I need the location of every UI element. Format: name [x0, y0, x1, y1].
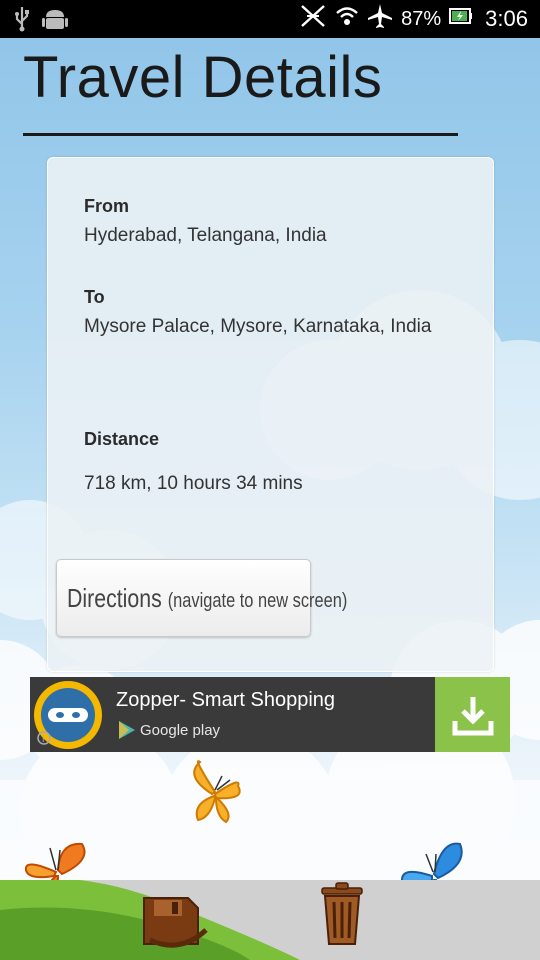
from-value: Hyderabad, Telangana, India: [84, 225, 327, 246]
distance-value: 718 km, 10 hours 34 mins: [84, 473, 303, 494]
zopper-logo-icon: i: [32, 678, 104, 750]
from-label: From: [84, 196, 129, 216]
directions-button-label: Directions (navigate to new screen): [67, 583, 347, 614]
directions-button[interactable]: Directions (navigate to new screen): [56, 559, 347, 637]
distance-label: Distance: [84, 429, 160, 449]
svg-text:i: i: [42, 735, 45, 745]
butterfly-icon: [193, 760, 241, 824]
no-sync-icon: [299, 3, 327, 35]
save-icon[interactable]: [140, 894, 210, 954]
trash-icon[interactable]: [318, 882, 366, 948]
directions-sublabel: (navigate to new screen): [167, 589, 348, 612]
to-label: To: [84, 287, 105, 307]
download-button[interactable]: [435, 677, 510, 752]
google-play-badge: Google play: [118, 720, 220, 740]
battery-icon: [449, 7, 473, 31]
to-value: Mysore Palace, Mysore, Karnataka, India: [84, 316, 432, 337]
bottom-toolbar: [0, 880, 540, 960]
usb-icon: [14, 6, 30, 37]
android-icon: [42, 6, 68, 37]
travel-details-card: From Hyderabad, Telangana, India To Myso…: [47, 157, 494, 672]
download-icon: [452, 696, 493, 735]
page-title: Travel Details: [23, 45, 383, 110]
clock: 3:06: [485, 6, 528, 31]
title-divider: [23, 133, 458, 136]
ad-banner[interactable]: i Zopper- Smart Shopping Google play: [30, 677, 510, 752]
airplane-icon: [367, 3, 393, 35]
ad-title: Zopper- Smart Shopping: [116, 689, 336, 711]
wifi-icon: [335, 5, 359, 33]
google-play-label: Google play: [140, 721, 221, 739]
directions-label-text: Directions: [67, 582, 162, 613]
battery-percent: 87%: [401, 7, 442, 30]
google-play-icon: [119, 721, 135, 739]
status-bar: 87% 3:06: [0, 0, 540, 38]
